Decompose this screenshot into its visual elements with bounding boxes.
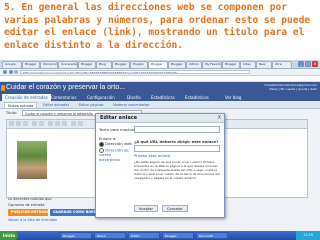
font-color-icon[interactable] [32,121,37,126]
browser-tab[interactable]: English [130,61,148,68]
blogger-sub-tabs: Nueva entrada Editar entradas Editar pág… [0,101,320,109]
close-window-icon[interactable]: × [312,61,318,67]
subtab-nueva-entrada[interactable]: Nueva entrada [4,102,38,108]
tab-creacion-entradas[interactable]: Creación de entradas [2,94,51,101]
taskbar-item[interactable]: Blogger: [60,232,92,239]
start-button[interactable]: Inicio [0,231,18,240]
reload-icon[interactable] [14,70,18,74]
address-input[interactable]: http://www.blogger.com/post-edit.g?blogI… [20,70,250,74]
align-left-icon[interactable] [48,121,53,126]
underline-icon[interactable] [23,121,28,126]
blogger-nav-tabs: Creación de entradas Comentarios Configu… [0,94,320,101]
maximize-icon[interactable]: □ [305,61,311,67]
email-address-option[interactable]: Dirección de correo electrónico [99,148,133,162]
dialog-title: Editar enlace [96,114,224,123]
labels-text: Lo decentes noticias que [8,197,52,201]
tab-diseno[interactable]: Diseño [124,94,144,101]
back-to-list-link[interactable]: Volver a la lista de entradas [8,218,57,222]
minimize-icon[interactable]: _ [298,61,304,67]
web-address-option[interactable]: Dirección web [99,141,132,147]
cancel-button[interactable]: Cancelar [162,205,188,212]
link-type-options: Dirección web Dirección de correo electr… [99,141,133,175]
account-area: mideafectamcieloduca@gmail.com Panel | M… [264,83,317,91]
align-right-icon[interactable] [62,121,67,126]
post-options-link[interactable]: Opciones de entrada [8,203,45,207]
tab-configuracion[interactable]: Configuración [84,94,118,101]
browser-tab[interactable]: Universidad [58,61,78,68]
tab-comentarios[interactable]: Comentarios [48,94,79,101]
forward-icon[interactable] [9,70,13,74]
url-input[interactable] [134,145,220,152]
browser-tab[interactable]: Blogger [112,61,130,68]
align-center-icon[interactable] [55,121,60,126]
tab-estadisticas[interactable]: Estadísticas [148,94,178,101]
taskbar-clock: 11:29 [296,231,320,240]
taskbar-item[interactable]: Pasos [94,232,126,239]
edit-link-dialog: Editar enlace X Texto para mostrar: Enla… [95,113,225,218]
display-text-label: Texto para mostrar: [99,127,137,132]
browser-tab[interactable]: Blogger [22,61,40,68]
browser-tabstrip: Google Blogger Ubicación Universidad Blo… [0,60,320,69]
image-icon[interactable] [78,121,83,126]
subtab-moderar-comentarios[interactable]: Moderar comentarios [110,102,152,108]
accept-button[interactable]: Aceptar [134,205,158,212]
tab-ver-blog[interactable]: Ver blog [222,94,244,101]
browser-tab[interactable]: Blogger [222,61,240,68]
bold-icon[interactable] [9,121,14,126]
account-links[interactable]: Panel | Mi cuenta | Ayuda | Salir [264,87,317,91]
publish-button[interactable]: PUBLICAR ENTRADA [8,209,49,216]
windows-taskbar: Inicio Blogger: Pasos Editor Blogger: Mi… [0,231,320,240]
browser-tab[interactable]: Blogger [78,61,96,68]
subtab-editar-entradas[interactable]: Editar entradas [40,102,72,108]
browser-tab[interactable]: Blogger [168,61,186,68]
test-link[interactable]: Prueba este enlace [134,153,170,158]
blog-title: Cuidar el corazón y preservar la orto... [6,84,126,91]
browser-tab[interactable]: Blog [96,61,112,68]
tab-estadisticas-2[interactable]: Estadísticas [182,94,212,101]
caption-text: 5. En general las direcciones web se com… [4,2,311,51]
browser-tab[interactable]: Ultimo [186,61,202,68]
blogger-header: Cuidar el corazón y preservar la orto...… [0,82,320,94]
taskbar-item[interactable]: Microsoft [196,232,228,239]
back-icon[interactable] [3,70,7,74]
address-bar-row: http://www.blogger.com/post-edit.g?blogI… [0,69,320,76]
help-text: ¿No estás seguro de qué poner en el cuad… [134,160,220,180]
close-icon[interactable]: X [218,115,221,121]
browser-tab-active[interactable]: Blogger [148,61,168,68]
browser-tab[interactable]: Ubicación [40,61,58,68]
blogger-logo-icon [1,85,5,91]
list-icon[interactable] [71,121,76,126]
title-label: Título: [6,111,17,115]
url-question: ¿A qué URL debería dirigir este enlace? [134,139,219,144]
italic-icon[interactable] [16,121,21,126]
subtab-editar-paginas[interactable]: Editar páginas [76,102,106,108]
link-icon[interactable] [39,121,44,126]
instruction-caption: 5. En general las direcciones web se com… [0,0,320,60]
taskbar-item[interactable]: Blogger: [162,232,194,239]
taskbar-item[interactable]: Editor [128,232,160,239]
display-text-input[interactable] [134,126,220,133]
radio-selected-icon[interactable] [99,141,104,147]
browser-tab[interactable]: New [256,61,272,68]
browser-tab[interactable]: Otra [272,61,292,68]
browser-tab[interactable]: My Favorite [202,61,222,68]
browser-tab[interactable]: Google [2,61,22,68]
post-image [17,141,47,179]
browser-tab[interactable]: Citas [240,61,256,68]
